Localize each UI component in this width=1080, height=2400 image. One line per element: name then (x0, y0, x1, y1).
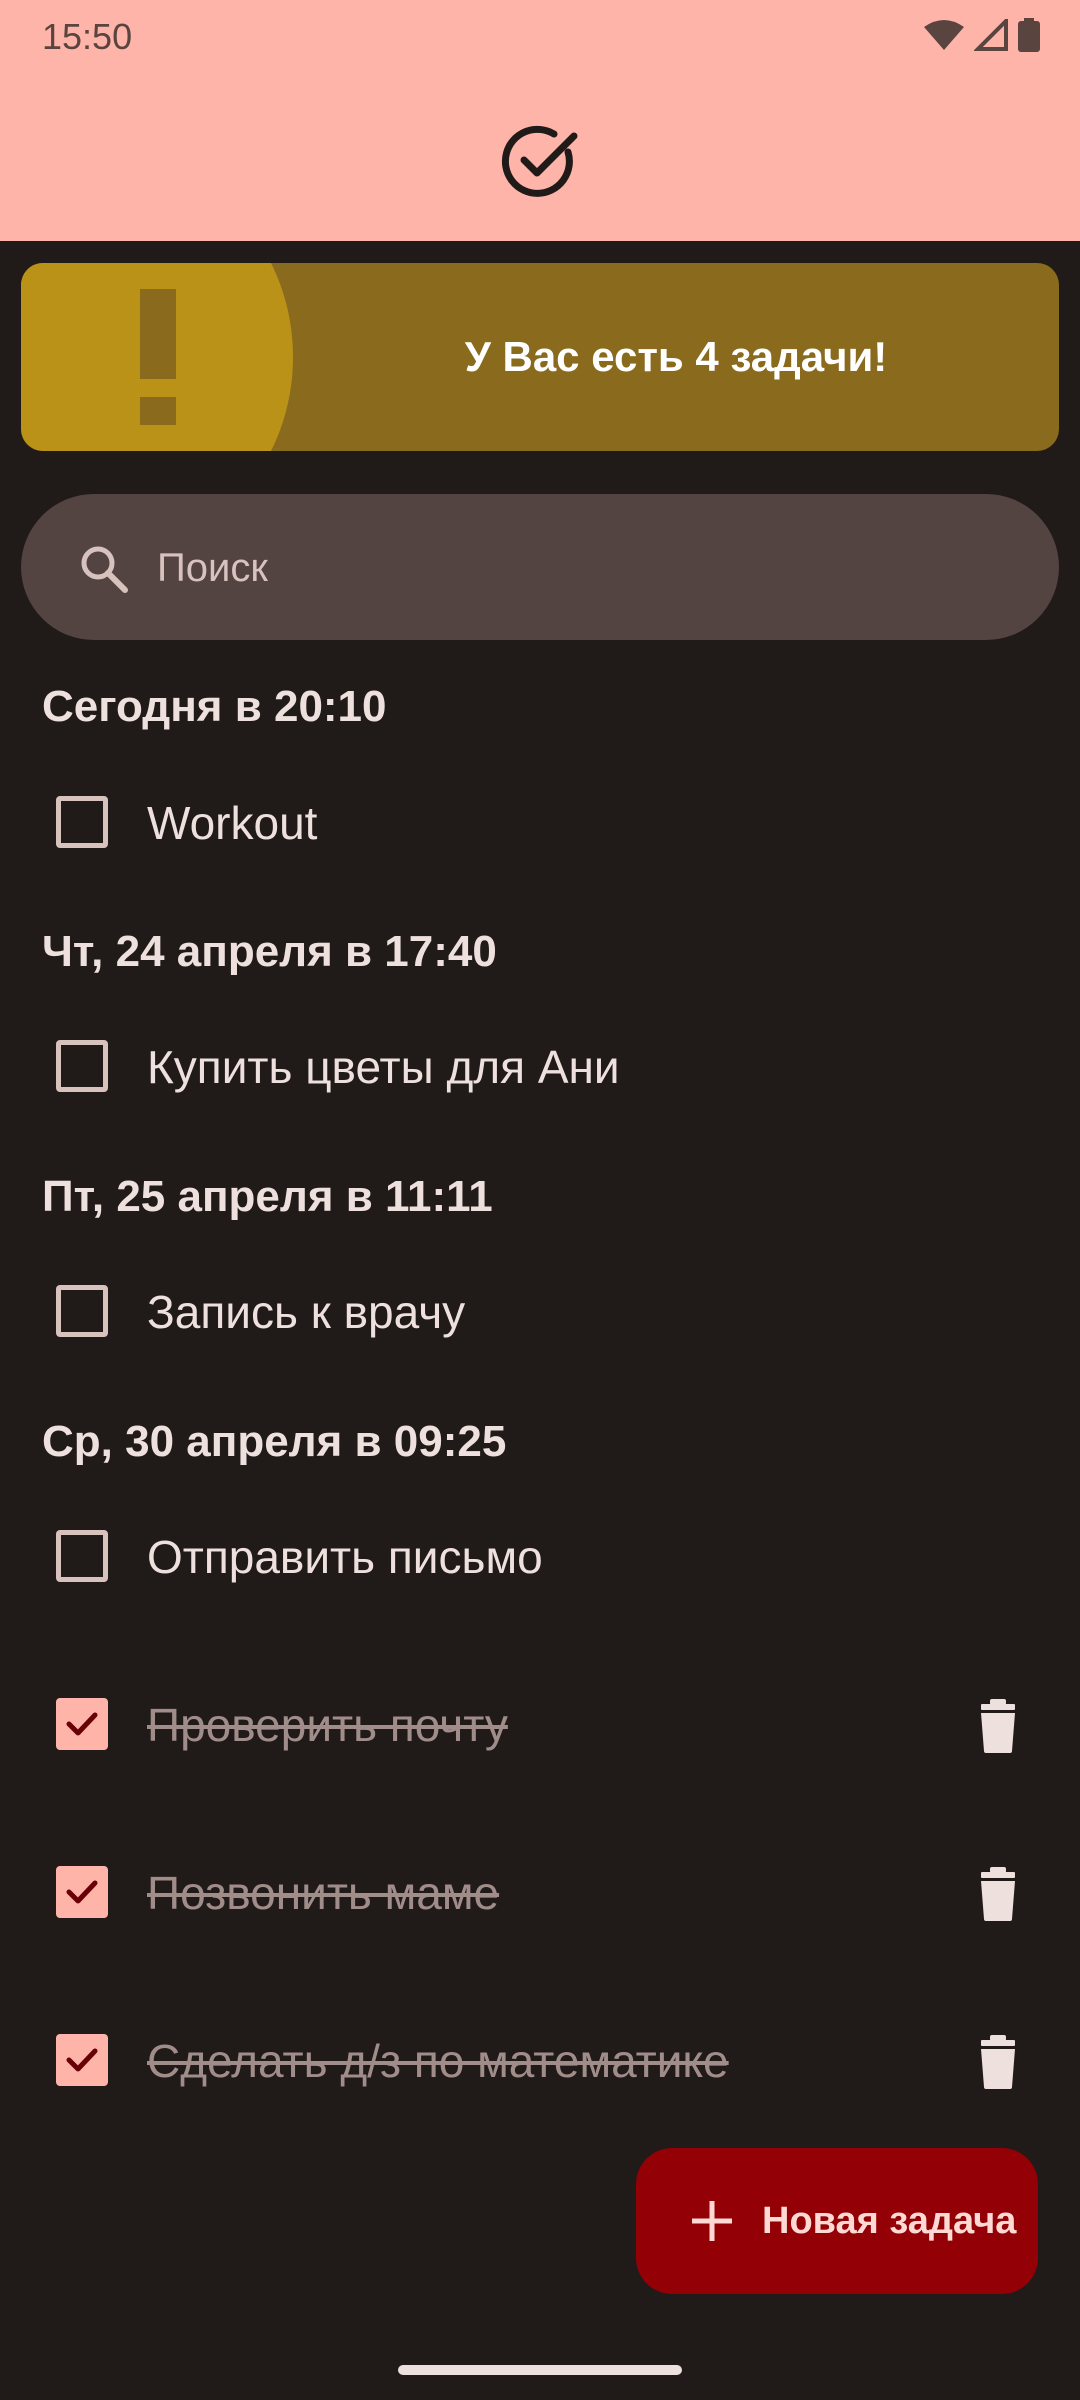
task-row[interactable]: Купить цветы для Ани (0, 1012, 1080, 1122)
signal-icon (974, 19, 1008, 51)
task-checkbox-checked[interactable] (56, 1698, 108, 1750)
task-checkbox[interactable] (56, 1285, 108, 1337)
status-icons (924, 18, 1040, 52)
task-row[interactable]: Запись к врачу (0, 1257, 1080, 1367)
new-task-button[interactable]: Новая задача (636, 2148, 1038, 2294)
check-icon (66, 1712, 98, 1736)
top-app-bar: 15:50 (0, 0, 1080, 241)
task-checkbox-checked[interactable] (56, 1866, 108, 1918)
group-header: Ср, 30 апреля в 09:25 (42, 1417, 507, 1466)
task-row[interactable]: Workout (0, 768, 1080, 878)
task-label: Отправить письмо (147, 1531, 543, 1583)
task-label: Позвонить маме (147, 1867, 500, 1919)
check-icon (66, 1880, 98, 1904)
gesture-navigation-bar[interactable] (398, 2365, 682, 2375)
group-header: Чт, 24 апреля в 17:40 (42, 927, 497, 976)
task-checkbox[interactable] (56, 1040, 108, 1092)
banner-text: У Вас есть 4 задачи! (464, 333, 888, 380)
task-label: Workout (147, 797, 318, 849)
group-header: Пт, 25 апреля в 11:11 (42, 1172, 493, 1221)
check-icon (66, 2048, 98, 2072)
search-bar[interactable] (21, 494, 1059, 642)
battery-icon (1018, 18, 1040, 52)
trash-icon[interactable] (972, 1698, 1024, 1754)
exclamation-icon (140, 289, 176, 425)
task-label: Проверить почту (147, 1699, 508, 1751)
trash-icon[interactable] (972, 2034, 1024, 2090)
task-row[interactable]: Отправить письмо (0, 1502, 1080, 1612)
check-circle-icon (501, 125, 578, 197)
plus-icon (692, 2201, 732, 2241)
task-label: Сделать д/з по математике (147, 2035, 729, 2087)
wifi-icon (924, 20, 964, 50)
new-task-label: Новая задача (762, 2199, 1017, 2242)
group-header: Сегодня в 20:10 (42, 682, 387, 731)
status-time: 15:50 (42, 16, 133, 57)
trash-icon[interactable] (972, 1866, 1024, 1922)
task-label: Купить цветы для Ани (147, 1041, 620, 1093)
task-checkbox-checked[interactable] (56, 2034, 108, 2086)
search-icon (81, 546, 128, 593)
task-checkbox[interactable] (56, 796, 108, 848)
task-checkbox[interactable] (56, 1530, 108, 1582)
tasks-count-banner: У Вас есть 4 задачи! (21, 263, 1059, 451)
task-label: Запись к врачу (147, 1286, 466, 1338)
completed-task-row[interactable]: Позвонить маме (0, 1838, 1080, 1948)
completed-task-row[interactable]: Сделать д/з по математике (0, 2006, 1080, 2116)
search-input[interactable] (155, 494, 1019, 642)
completed-task-row[interactable]: Проверить почту (0, 1670, 1080, 1780)
